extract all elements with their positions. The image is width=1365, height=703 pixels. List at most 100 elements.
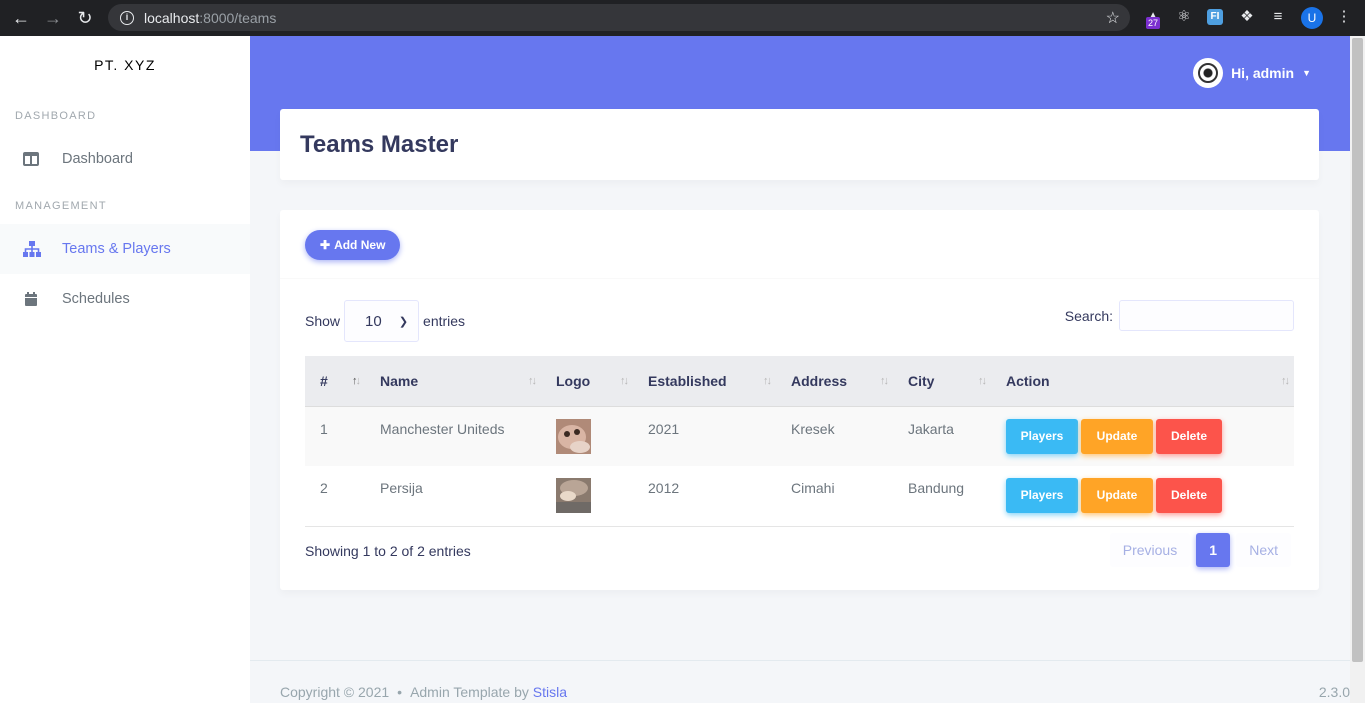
cell-address: Kresek	[791, 420, 835, 437]
cell-name: Persija	[365, 466, 541, 527]
forward-icon[interactable]: →	[42, 7, 64, 29]
cell-established: 2012	[633, 466, 776, 527]
cell-logo	[541, 466, 633, 527]
table-row: 1 Manchester Uniteds 2021 Kresek Jakarta…	[305, 406, 1294, 466]
column-label: City	[908, 372, 935, 389]
cell-city: Jakarta	[908, 420, 954, 437]
cell-number: 2	[305, 466, 365, 527]
delete-button[interactable]: Delete	[1156, 478, 1222, 513]
sidebar-item-label: Schedules	[62, 291, 130, 307]
cell-logo	[541, 406, 633, 466]
sidebar-item-schedules[interactable]: Schedules	[0, 274, 250, 324]
sidebar-item-label: Teams & Players	[62, 241, 171, 257]
column-header-logo[interactable]: Logo ↑↓	[541, 356, 633, 407]
section-header: Teams Master	[280, 109, 1319, 180]
team-logo-image	[556, 418, 591, 454]
search-control: Search:	[1065, 300, 1294, 331]
column-label: Logo	[556, 372, 591, 389]
scrollbar-thumb[interactable]	[1352, 38, 1363, 662]
address-bar[interactable]: i localhost:8000/teams ☆	[108, 4, 1130, 31]
update-button[interactable]: Update	[1081, 418, 1153, 454]
pagination: Previous 1 Next	[1109, 533, 1291, 567]
page-scrollbar[interactable]	[1350, 36, 1365, 703]
column-header-city[interactable]: City ↑↓	[893, 356, 991, 407]
brand-title[interactable]: PT. XYZ	[0, 36, 250, 94]
teams-card: ✚ Add New Show 10 ❯ entries Search: # ↑↓ Na…	[280, 210, 1319, 590]
cell-established: 2021	[648, 420, 680, 437]
search-input[interactable]	[1119, 300, 1294, 331]
sort-icon: ↑↓	[763, 375, 772, 387]
update-button[interactable]: Update	[1081, 478, 1153, 513]
avatar	[1193, 58, 1224, 88]
column-header-established[interactable]: Established ↑↓	[633, 356, 776, 407]
add-new-button[interactable]: ✚ Add New	[305, 230, 401, 260]
bullet-separator: •	[397, 684, 403, 700]
column-header-address[interactable]: Address ↑↓	[776, 356, 893, 407]
back-icon[interactable]: ←	[10, 7, 32, 29]
site-info-icon[interactable]: i	[120, 10, 134, 25]
add-new-label: Add New	[334, 238, 386, 252]
menu-header-dashboard: DASHBOARD	[15, 110, 97, 122]
footer-template-by: Admin Template by	[410, 684, 529, 700]
extension-badge: 27	[1146, 17, 1161, 29]
footer-left: Copyright © 2021 • Admin Template by Stisl…	[280, 684, 567, 700]
card-header: ✚ Add New	[280, 210, 1319, 279]
column-label: #	[320, 372, 328, 389]
browser-toolbar: ← → ↻ i localhost:8000/teams ☆ ▲ 27 ⚛ FI…	[0, 0, 1365, 36]
caret-down-icon: ▼	[1302, 68, 1311, 78]
column-header-number[interactable]: # ↑↓	[305, 356, 365, 407]
chevron-down-icon: ❯	[398, 315, 409, 328]
table-header-row: # ↑↓ Name ↑↓ Logo ↑↓ Established ↑↓ Address ↑…	[305, 356, 1294, 407]
reload-icon[interactable]: ↻	[74, 7, 96, 29]
search-label: Search:	[1064, 307, 1113, 324]
sort-icon: ↑↓	[620, 375, 629, 387]
next-page-button[interactable]: Next	[1236, 533, 1291, 567]
sort-asc-icon: ↑↓	[352, 375, 361, 387]
profile-avatar[interactable]: U	[1301, 7, 1323, 29]
footer-version: 2.3.0	[1318, 684, 1350, 700]
sitemap-icon	[23, 241, 41, 257]
sidebar: PT. XYZ DASHBOARD Dashboard MANAGEMENT T…	[0, 36, 250, 703]
sort-icon: ↑↓	[1281, 375, 1290, 387]
footer: Copyright © 2021 • Admin Template by Stisl…	[250, 660, 1350, 703]
sort-icon: ↑↓	[978, 375, 987, 387]
page-length-select[interactable]: 10 ❯	[344, 300, 420, 342]
puzzle-extensions-icon[interactable]: ❖	[1237, 7, 1257, 27]
column-label: Established	[648, 372, 727, 389]
fi-extension-icon[interactable]: FI	[1207, 9, 1223, 25]
cell-city: Bandung	[893, 466, 991, 527]
react-devtools-icon[interactable]: ⚛	[1174, 7, 1194, 27]
url-host: localhost	[144, 9, 200, 26]
plus-icon: ✚	[320, 238, 331, 252]
sidebar-item-dashboard[interactable]: Dashboard	[0, 134, 250, 184]
column-header-name[interactable]: Name ↑↓	[365, 356, 541, 407]
page-button-current[interactable]: 1	[1196, 533, 1231, 567]
players-button[interactable]: Players	[1006, 478, 1078, 513]
url-path: :8000/teams	[199, 9, 277, 26]
url-text: localhost:8000/teams	[144, 10, 276, 26]
stisla-link[interactable]: Stisla	[533, 684, 567, 700]
table-info: Showing 1 to 2 of 2 entries	[305, 543, 471, 559]
user-dropdown[interactable]: Hi, admin ▼	[1193, 58, 1311, 88]
column-label: Address	[791, 372, 848, 389]
teams-table: # ↑↓ Name ↑↓ Logo ↑↓ Established ↑↓ Address ↑…	[305, 356, 1294, 527]
menu-kebab-icon[interactable]: ⋮	[1334, 7, 1354, 27]
cell-name: Manchester Uniteds	[380, 420, 505, 437]
sidebar-item-teams-players[interactable]: Teams & Players	[0, 224, 250, 274]
column-header-action[interactable]: Action ↑↓	[991, 356, 1294, 407]
sidebar-item-label: Dashboard	[62, 151, 133, 167]
user-greeting: Hi, admin	[1231, 65, 1295, 81]
bookmark-star-icon[interactable]: ☆	[1106, 8, 1120, 28]
sort-icon: ↑↓	[880, 375, 889, 387]
delete-button[interactable]: Delete	[1156, 418, 1222, 454]
media-queue-icon[interactable]: ≡	[1268, 7, 1288, 27]
cell-address: Cimahi	[776, 466, 893, 527]
show-label: Show	[305, 313, 341, 329]
previous-page-button[interactable]: Previous	[1109, 533, 1191, 567]
cell-number: 1	[320, 420, 328, 437]
cell-actions: Players Update Delete	[991, 406, 1294, 466]
table-row: 2 Persija 2012 Cimahi Bandung Players Up…	[305, 466, 1294, 527]
players-button[interactable]: Players	[1006, 418, 1078, 454]
page-length-control: Show 10 ❯ entries	[305, 300, 465, 342]
sort-icon: ↑↓	[528, 375, 537, 387]
